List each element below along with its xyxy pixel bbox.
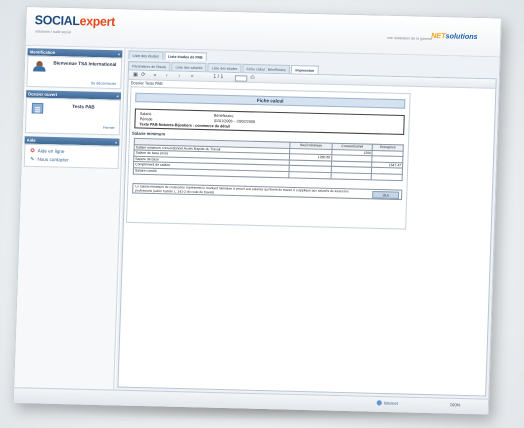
brand-name-part2: expert — [79, 13, 116, 30]
sheet-title: Fiche calcul — [135, 92, 406, 109]
vendor-logo: NETsolutions — [431, 33, 478, 41]
globe-icon — [376, 400, 382, 407]
next-page-icon[interactable]: › — [178, 73, 180, 79]
conclusion-badge: OUI — [372, 190, 400, 199]
panel-dossier: Tests PAB Fermer — [24, 97, 121, 136]
brand-tagline: solutions / audit social — [35, 29, 71, 35]
main-content: Liste des études Liste études de PAB Par… — [115, 48, 500, 399]
first-page-icon[interactable]: « — [153, 72, 156, 78]
fiche-sheet: Fiche calcul Salarié Bénéficiaire Périod… — [125, 86, 411, 230]
info-label: Texte PAB-Notaires-Bijoutiers : commerce… — [139, 122, 230, 129]
info-label: Salarié — [139, 111, 152, 117]
brand-logo: SOCIALexpert — [35, 13, 116, 30]
last-page-icon[interactable]: » — [191, 73, 194, 79]
table-cell — [330, 172, 372, 180]
collapse-icon[interactable]: « — [118, 50, 121, 57]
page-input[interactable] — [234, 74, 248, 82]
page-indicator: 1 / 1 — [213, 73, 224, 81]
close-dossier-link[interactable]: Fermer — [103, 126, 115, 130]
section-title: Salaire minimum — [131, 130, 166, 137]
panel-identification: Bienvenue TSA International Se déconnect… — [26, 55, 123, 90]
panel-identification-title: Identification — [29, 49, 56, 56]
sidebar: Identification « Bienvenue TSA Internati… — [14, 45, 126, 390]
calc-table: Seuil minimum Conventionnel Entreprise S… — [133, 138, 404, 181]
table-cell — [371, 173, 403, 181]
collapse-icon[interactable]: « — [116, 92, 119, 99]
user-welcome: Bienvenue TSA International — [53, 60, 117, 68]
help-online-label: Aide en ligne — [37, 148, 65, 155]
refresh-icon[interactable]: ⟳ — [141, 72, 146, 78]
document-viewer: ▣ ⟳ « ‹ › » 1 / 1 ⎙ Dossier Tests PAB Fi… — [117, 69, 497, 397]
tab-liste-etudes-pab[interactable]: Liste études de PAB — [163, 51, 208, 61]
vendor-logo-part1: NET — [431, 32, 446, 41]
info-label: Période — [139, 117, 153, 122]
app-window: SOCIALexpert solutions / audit social un… — [12, 6, 502, 415]
vendor-note: une réalisation de la gamme — [386, 35, 433, 42]
help-online-link[interactable]: ✪ Aide en ligne — [30, 148, 64, 155]
conclusion-text: Le salaire minimum de croissance représe… — [135, 184, 349, 195]
contact-label: Nous contacter — [37, 156, 69, 163]
info-value: Bénéficiaire — [214, 113, 234, 119]
zoom-level[interactable]: 100% — [450, 402, 461, 408]
panel-aide: ✪ Aide en ligne ✎ Nous contacter — [23, 143, 120, 170]
folder-icon — [31, 102, 44, 114]
table-cell — [289, 171, 332, 179]
brand-name-part1: SOCIAL — [34, 12, 80, 29]
collapse-icon[interactable]: « — [115, 138, 118, 145]
panel-aide-title: Aide — [26, 137, 36, 143]
security-zone-label: Internet — [383, 400, 398, 406]
info-box: Salarié Bénéficiaire Période 01/01/2008 … — [134, 108, 405, 135]
viewer-toolbar: ▣ ⟳ « ‹ › » 1 / 1 ⎙ — [128, 70, 496, 89]
logout-link[interactable]: Se déconnecter — [91, 81, 116, 86]
primary-tabs: Liste des études Liste études de PAB — [128, 50, 208, 61]
panel-dossier-title: Dossier ouvert — [28, 91, 58, 98]
vendor-logo-part2: solutions — [445, 33, 478, 42]
save-icon[interactable]: ▣ — [133, 72, 138, 78]
prev-page-icon[interactable]: ‹ — [166, 72, 168, 78]
user-avatar-icon — [33, 60, 46, 72]
contact-link[interactable]: ✎ Nous contacter — [30, 156, 69, 163]
document-subtitle: Dossier Tests PAB — [130, 81, 163, 87]
dossier-name: Tests PAB — [72, 103, 95, 110]
conclusion-box: Le salaire minimum de croissance représe… — [132, 183, 403, 201]
security-zone: Internet — [376, 400, 398, 407]
print-icon[interactable]: ⎙ — [250, 75, 254, 81]
tab-liste-etudes[interactable]: Liste des études — [128, 50, 164, 60]
